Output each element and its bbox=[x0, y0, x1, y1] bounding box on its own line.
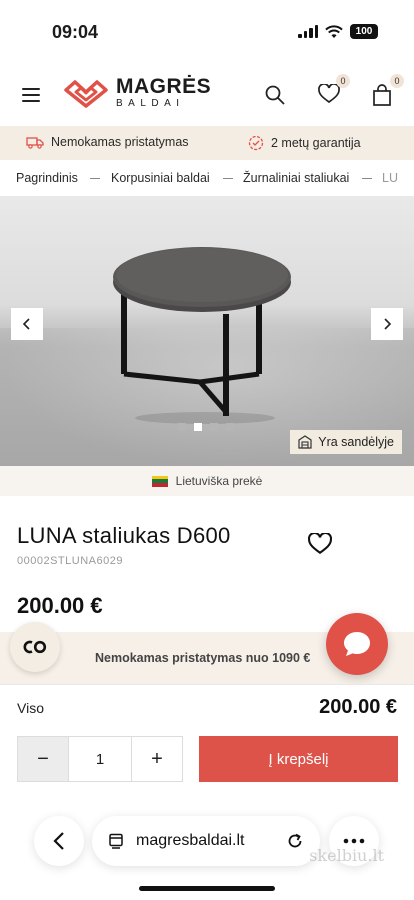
gallery-dot-active[interactable] bbox=[194, 423, 202, 431]
benefit-delivery: Nemokamas pristatymas bbox=[26, 135, 189, 149]
benefit-warranty-label: 2 metų garantija bbox=[271, 136, 361, 150]
chevron-left-icon bbox=[53, 832, 64, 850]
breadcrumb-item[interactable]: Žurnaliniai staliukai bbox=[243, 171, 349, 185]
total-row: Viso 200.00 € bbox=[0, 684, 414, 730]
gallery-dot[interactable] bbox=[178, 423, 186, 431]
gallery-prev-button[interactable] bbox=[11, 308, 43, 340]
chevron-right-icon bbox=[384, 318, 392, 330]
quantity-decrease-button[interactable]: − bbox=[18, 737, 68, 781]
watermark: skelbiu.lt bbox=[309, 846, 384, 865]
free-shipping-text: Nemokamas pristatymas nuo 1090 € bbox=[95, 651, 311, 665]
product-title: LUNA staliukas D600 bbox=[17, 523, 231, 548]
gallery-next-button[interactable] bbox=[371, 308, 403, 340]
quantity-stepper: − 1 + bbox=[17, 736, 183, 782]
product-gallery[interactable]: Yra sandėlyje bbox=[0, 196, 414, 466]
gallery-dot[interactable] bbox=[210, 423, 218, 431]
origin-label: Lietuviška prekė bbox=[175, 474, 263, 488]
total-value: 200.00 € bbox=[319, 696, 397, 718]
browser-back-button[interactable] bbox=[34, 816, 84, 866]
gallery-dots bbox=[178, 423, 234, 431]
benefits-bar: Nemokamas pristatymas 2 metų garantija bbox=[0, 126, 414, 160]
add-to-cart-button[interactable]: Į krepšelį bbox=[199, 736, 398, 782]
quantity-input[interactable]: 1 bbox=[68, 737, 132, 781]
logo[interactable]: MAGRĖS BALDAI bbox=[62, 76, 211, 109]
hamburger-menu-icon[interactable] bbox=[22, 88, 40, 102]
status-bar: 09:04 100 bbox=[0, 0, 414, 64]
in-stock-label: Yra sandėlyje bbox=[318, 435, 394, 449]
status-time: 09:04 bbox=[52, 22, 99, 42]
wishlist-button[interactable]: 0 bbox=[318, 74, 350, 108]
benefit-delivery-label: Nemokamas pristatymas bbox=[51, 135, 189, 149]
browser-address-bar[interactable]: magresbaldai.lt bbox=[92, 816, 320, 866]
co-floating-button[interactable] bbox=[10, 622, 60, 672]
reader-mode-icon[interactable] bbox=[108, 833, 124, 849]
product-sku: 00002STLUNA6029 bbox=[17, 555, 123, 567]
heart-icon bbox=[318, 83, 340, 104]
browser-domain: magresbaldai.lt bbox=[136, 832, 245, 849]
search-icon[interactable] bbox=[264, 84, 288, 108]
chat-button[interactable] bbox=[326, 613, 388, 675]
logo-hearts-icon bbox=[64, 79, 108, 108]
product-price: 200.00 € bbox=[17, 593, 103, 618]
home-indicator[interactable] bbox=[139, 886, 275, 891]
heart-icon bbox=[308, 531, 332, 555]
warranty-badge-icon bbox=[248, 135, 264, 151]
wishlist-count-badge: 0 bbox=[336, 74, 350, 88]
chat-bubble-icon bbox=[344, 632, 370, 656]
chevron-left-icon bbox=[22, 318, 30, 330]
breadcrumb: Pagrindinis Korpusiniai baldai Žurnalini… bbox=[0, 160, 414, 196]
logo-sub-text: BALDAI bbox=[116, 98, 185, 109]
breadcrumb-separator bbox=[223, 178, 233, 179]
site-header: MAGRĖS BALDAI 0 0 bbox=[0, 64, 414, 126]
shopping-bag-icon bbox=[373, 84, 391, 106]
logo-main-text: MAGRĖS bbox=[116, 75, 212, 98]
cart-count-badge: 0 bbox=[390, 74, 404, 88]
cart-button[interactable]: 0 bbox=[372, 74, 404, 108]
breadcrumb-item-current: LU bbox=[382, 171, 398, 185]
total-label: Viso bbox=[17, 700, 44, 716]
lithuania-flag-icon bbox=[151, 475, 168, 487]
co-logo-icon bbox=[23, 640, 47, 654]
breadcrumb-separator bbox=[362, 178, 372, 179]
breadcrumb-item[interactable]: Pagrindinis bbox=[16, 171, 78, 185]
gallery-dot[interactable] bbox=[226, 423, 234, 431]
origin-strip: Lietuviška prekė bbox=[0, 466, 414, 496]
reload-icon[interactable] bbox=[286, 832, 304, 850]
add-to-wishlist-button[interactable] bbox=[308, 531, 332, 555]
signal-icon bbox=[298, 25, 318, 38]
battery-icon: 100 bbox=[350, 24, 378, 39]
status-icons: 100 bbox=[298, 24, 378, 39]
benefit-warranty: 2 metų garantija bbox=[248, 135, 361, 151]
breadcrumb-item[interactable]: Korpusiniai baldai bbox=[111, 171, 210, 185]
wifi-icon bbox=[325, 24, 343, 38]
breadcrumb-separator bbox=[90, 178, 100, 179]
in-stock-badge: Yra sandėlyje bbox=[290, 430, 402, 454]
truck-icon bbox=[26, 136, 44, 149]
quantity-increase-button[interactable]: + bbox=[132, 737, 182, 781]
warehouse-icon bbox=[298, 435, 312, 449]
more-dots-icon bbox=[343, 838, 365, 844]
